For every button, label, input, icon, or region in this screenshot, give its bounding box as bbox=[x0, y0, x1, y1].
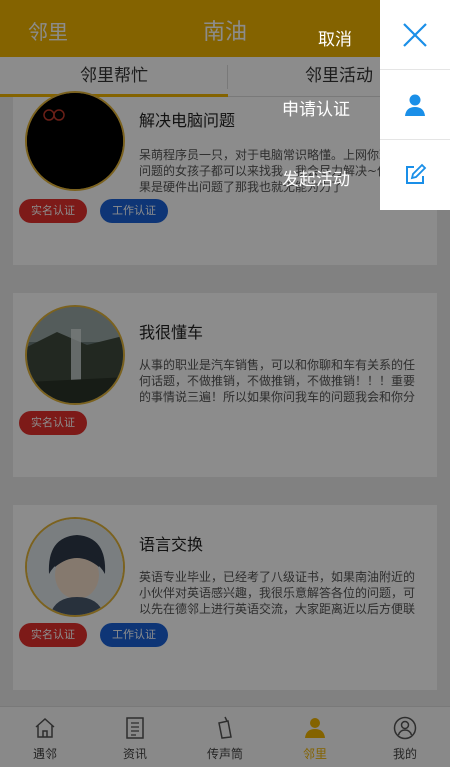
apply-certification-button[interactable] bbox=[380, 70, 450, 140]
edit-icon bbox=[406, 163, 427, 184]
create-activity-button[interactable] bbox=[380, 140, 450, 210]
cancel-label[interactable]: 取消 bbox=[318, 25, 352, 50]
close-button[interactable] bbox=[380, 0, 450, 70]
popup-menu-panel bbox=[380, 0, 450, 210]
create-activity-label[interactable]: 发起活动 bbox=[282, 165, 350, 190]
user-icon bbox=[405, 94, 425, 116]
close-icon bbox=[403, 23, 427, 47]
apply-certification-label[interactable]: 申请认证 bbox=[282, 95, 350, 120]
